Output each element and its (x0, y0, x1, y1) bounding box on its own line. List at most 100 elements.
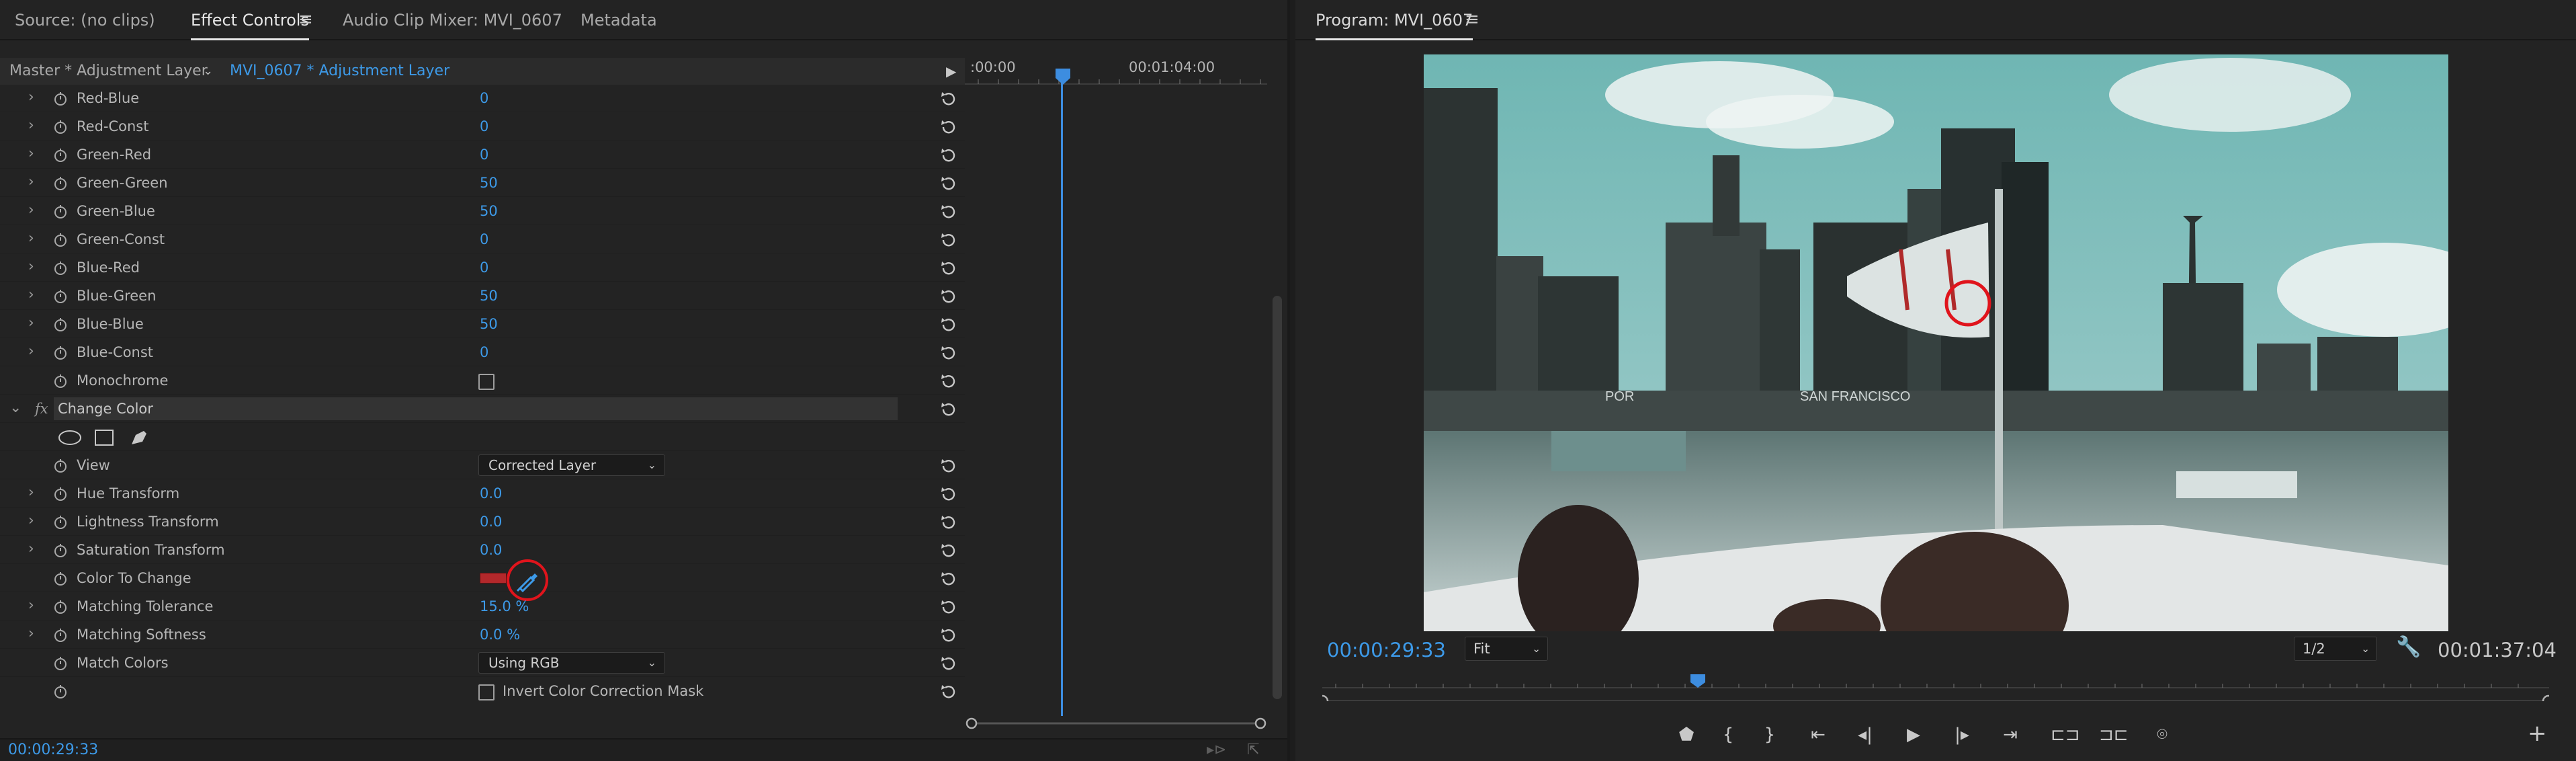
stopwatch-icon[interactable] (52, 259, 69, 276)
expand-chevron-icon[interactable]: › (28, 508, 34, 536)
reset-icon[interactable] (939, 569, 958, 588)
expand-chevron-icon[interactable]: › (28, 141, 34, 169)
reset-icon[interactable] (939, 231, 958, 249)
zoom-scrollbar[interactable] (965, 717, 1267, 730)
reset-icon[interactable] (939, 202, 958, 221)
reset-icon[interactable] (939, 513, 958, 532)
property-value[interactable]: 50 (480, 169, 498, 197)
property-value[interactable]: 0 (480, 253, 488, 282)
reset-icon[interactable] (939, 400, 958, 419)
filter-icon[interactable]: ▸⊳ (1207, 739, 1226, 761)
stopwatch-icon[interactable] (52, 372, 69, 389)
match-colors-select[interactable]: Using RGB ⌄ (478, 652, 665, 674)
go-to-out-icon[interactable]: ⇥ (1997, 721, 2024, 748)
sequence-clip-label[interactable]: MVI_0607 * Adjustment Layer (230, 58, 449, 85)
wrench-icon[interactable]: 🔧 (2396, 635, 2421, 659)
expand-chevron-icon[interactable]: › (28, 253, 34, 282)
property-value[interactable]: 0.0 % (480, 620, 520, 649)
color-swatch[interactable] (480, 573, 507, 584)
effect-header-bar[interactable] (54, 397, 898, 420)
reset-icon[interactable] (939, 456, 958, 475)
stopwatch-icon[interactable] (52, 118, 69, 134)
expand-chevron-icon[interactable]: › (28, 310, 34, 338)
stopwatch-icon[interactable] (52, 90, 69, 106)
playhead-marker-icon[interactable] (1054, 67, 1072, 86)
tab-effect-controls[interactable]: Effect Controls (191, 0, 309, 40)
master-clip-label[interactable]: Master * Adjustment Layer (9, 58, 208, 85)
tab-source[interactable]: Source: (no clips) (15, 0, 155, 40)
reset-icon[interactable] (939, 541, 958, 560)
property-value[interactable]: 50 (480, 282, 498, 310)
reset-icon[interactable] (939, 89, 958, 108)
play-icon[interactable]: ▶ (1900, 721, 1927, 748)
collapse-chevron-icon[interactable]: ⌄ (9, 395, 22, 423)
stopwatch-icon[interactable] (52, 598, 69, 614)
effect-controls-timeline[interactable]: :00:00 00:01:04:00 (965, 58, 1287, 730)
vertical-scrollbar[interactable] (1273, 296, 1282, 699)
lift-icon[interactable]: ⊏⊐ (2051, 721, 2080, 748)
property-value[interactable]: 0 (480, 225, 488, 253)
reset-icon[interactable] (939, 485, 958, 504)
fx-icon[interactable]: fx (35, 395, 48, 423)
extract-icon[interactable]: ⊐⊏ (2099, 721, 2129, 748)
stopwatch-icon[interactable] (52, 627, 69, 643)
monochrome-checkbox[interactable] (478, 374, 495, 390)
expand-chevron-icon[interactable]: › (28, 197, 34, 225)
property-value[interactable]: 15.0 % (480, 592, 529, 620)
stopwatch-icon[interactable] (52, 683, 69, 699)
reset-icon[interactable] (939, 372, 958, 391)
expand-chevron-icon[interactable]: › (28, 479, 34, 508)
view-select[interactable]: Corrected Layer ⌄ (478, 454, 665, 476)
stopwatch-icon[interactable] (52, 147, 69, 163)
add-marker-icon[interactable]: ⬟ (1673, 721, 1700, 748)
expand-chevron-icon[interactable]: › (28, 84, 34, 112)
property-value[interactable]: 0.0 (480, 536, 502, 564)
tab-metadata[interactable]: Metadata (581, 0, 657, 40)
play-only-audio-icon[interactable]: ▶ (946, 58, 956, 85)
expand-chevron-icon[interactable]: › (28, 536, 34, 564)
property-value[interactable]: 0 (480, 112, 488, 141)
invert-mask-checkbox[interactable] (478, 684, 495, 700)
reset-icon[interactable] (939, 344, 958, 362)
reset-icon[interactable] (939, 654, 958, 673)
stopwatch-icon[interactable] (52, 542, 69, 558)
program-time-ruler[interactable] (1322, 674, 2549, 701)
mark-in-icon[interactable]: { (1715, 721, 1742, 748)
property-value[interactable]: 0 (480, 84, 488, 112)
step-back-icon[interactable]: ◂| (1852, 721, 1879, 748)
panel-menu-icon[interactable]: ≡ (1465, 0, 1479, 40)
reset-icon[interactable] (939, 598, 958, 616)
property-value[interactable]: 50 (480, 310, 498, 338)
program-video-frame[interactable]: POR SAN FRANCISCO (1424, 54, 2448, 631)
stopwatch-icon[interactable] (52, 485, 69, 502)
stopwatch-icon[interactable] (52, 344, 69, 360)
step-forward-icon[interactable]: |▸ (1948, 721, 1975, 748)
reset-icon[interactable] (939, 287, 958, 306)
stopwatch-icon[interactable] (52, 570, 69, 586)
panel-menu-icon[interactable]: ≡ (298, 0, 313, 40)
stopwatch-icon[interactable] (52, 288, 69, 304)
stopwatch-icon[interactable] (52, 203, 69, 219)
tab-audio-clip-mixer[interactable]: Audio Clip Mixer: MVI_0607 (343, 0, 562, 40)
program-playhead-icon[interactable] (1690, 674, 1705, 688)
reset-icon[interactable] (939, 682, 958, 701)
reset-icon[interactable] (939, 315, 958, 334)
property-value[interactable]: 0.0 (480, 479, 502, 508)
property-value[interactable]: 50 (480, 197, 498, 225)
expand-chevron-icon[interactable]: › (28, 620, 34, 649)
reset-icon[interactable] (939, 146, 958, 165)
stopwatch-icon[interactable] (52, 316, 69, 332)
export-icon[interactable]: ⇱ (1247, 739, 1259, 761)
reset-icon[interactable] (939, 626, 958, 645)
stopwatch-icon[interactable] (52, 175, 69, 191)
mark-out-icon[interactable]: } (1756, 721, 1783, 748)
reset-icon[interactable] (939, 118, 958, 136)
button-editor-plus-icon[interactable]: + (2528, 720, 2547, 747)
tab-program[interactable]: Program: MVI_0607 (1316, 0, 1473, 40)
pen-mask-icon[interactable] (129, 428, 149, 447)
ellipse-mask-icon[interactable] (58, 430, 82, 446)
property-value[interactable]: 0.0 (480, 508, 502, 536)
current-timecode[interactable]: 00:00:29:33 (8, 739, 98, 761)
expand-chevron-icon[interactable]: › (28, 282, 34, 310)
expand-chevron-icon[interactable]: › (28, 338, 34, 366)
